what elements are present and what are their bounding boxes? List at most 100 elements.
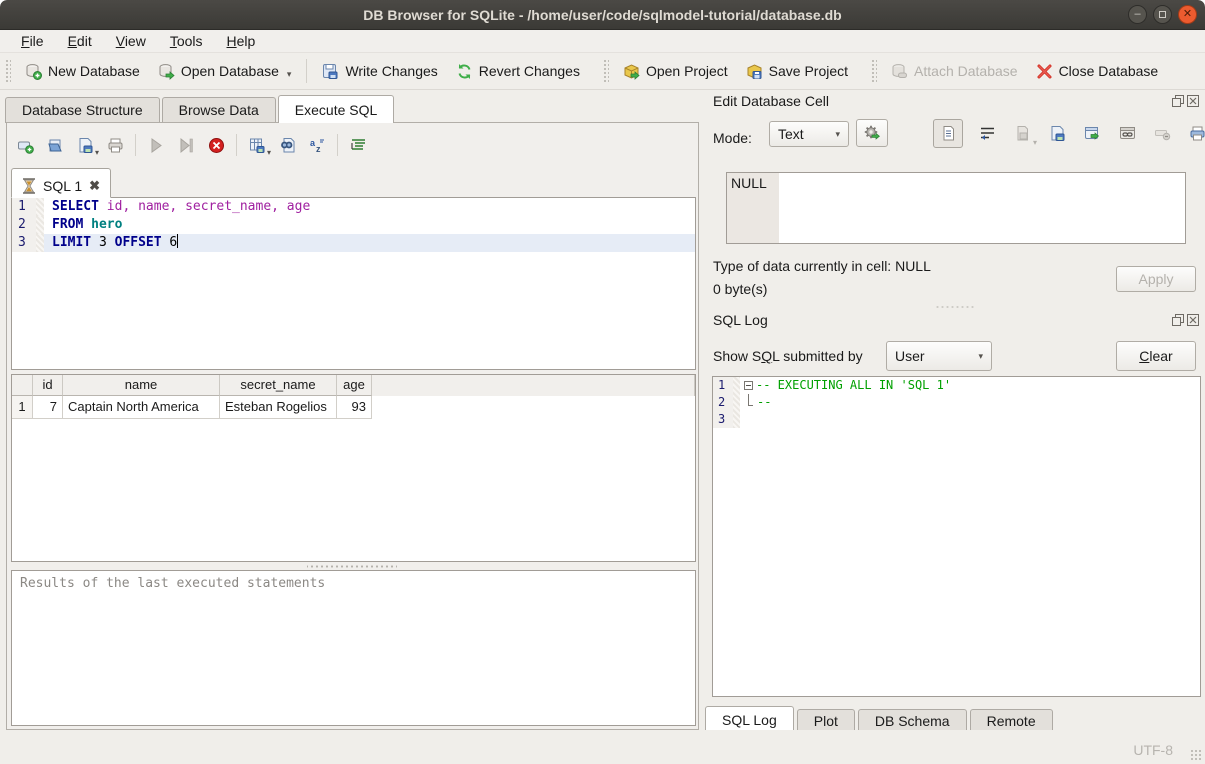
revert-changes-button[interactable]: Revert Changes [447, 58, 589, 85]
main-tab-bar: Database Structure Browse Data Execute S… [5, 95, 396, 123]
minimize-button[interactable]: – [1128, 5, 1147, 24]
sql1-tab[interactable]: SQL 1 ✖ [11, 168, 111, 198]
resize-grip[interactable] [1190, 749, 1202, 761]
save-sql-file-button[interactable]: ▾ [75, 135, 95, 155]
code-line[interactable]: SELECT id, name, secret_name, age [44, 198, 695, 216]
save-sql-menu-arrow[interactable]: ▾ [95, 148, 99, 157]
new-sql-tab-button[interactable] [15, 135, 35, 155]
open-sql-file-button[interactable] [45, 135, 65, 155]
new-database-button[interactable]: New Database [16, 58, 149, 85]
copy-link-button[interactable] [1116, 123, 1138, 145]
column-header-secret-name[interactable]: secret_name [220, 375, 337, 396]
word-wrap-button[interactable] [976, 123, 998, 145]
cell-name[interactable]: Captain North America [63, 396, 220, 419]
sql-log-dock-title: SQL Log [713, 312, 768, 328]
close-button[interactable]: ✕ [1178, 5, 1197, 24]
execute-line-icon [178, 137, 195, 154]
auto-switch-mode-button[interactable] [856, 119, 888, 147]
close-tab-icon[interactable]: ✖ [89, 178, 100, 194]
menu-help[interactable]: Help [216, 31, 267, 51]
save-project-button[interactable]: Save Project [737, 58, 857, 85]
open-database-button[interactable]: Open Database ▾ [149, 58, 301, 85]
menu-bar: File Edit View Tools Help [0, 30, 1205, 53]
clear-log-button[interactable]: Clear [1116, 341, 1196, 371]
row-number-cell[interactable]: 1 [12, 396, 33, 419]
encoding-status[interactable]: UTF-8 [1133, 742, 1173, 758]
float-dock-icon[interactable] [1172, 314, 1184, 326]
cell-secret-name[interactable]: Esteban Rogelios [220, 396, 337, 419]
column-header-age[interactable]: age [337, 375, 372, 396]
status-bar: UTF-8 [0, 730, 1205, 764]
menu-tools[interactable]: Tools [159, 31, 214, 51]
open-database-menu-arrow[interactable]: ▾ [287, 69, 292, 80]
line-number: 2 [713, 394, 733, 411]
close-database-button[interactable]: Close Database [1027, 58, 1168, 85]
import-menu-arrow[interactable]: ▾ [1033, 138, 1037, 147]
open-database-label: Open Database [181, 63, 279, 79]
auto-complete-button[interactable]: a z [307, 135, 327, 155]
float-dock-icon[interactable] [1172, 95, 1184, 107]
stop-execution-button[interactable] [206, 135, 226, 155]
column-header-id[interactable]: id [33, 375, 63, 396]
menu-edit[interactable]: Edit [57, 31, 103, 51]
tab-browse-data[interactable]: Browse Data [162, 97, 276, 123]
format-sql-button[interactable] [348, 135, 368, 155]
mode-dropdown[interactable]: Text ▾ [769, 121, 849, 147]
close-dock-icon[interactable] [1187, 95, 1199, 107]
write-changes-button[interactable]: Write Changes [313, 58, 446, 85]
print-cell-button[interactable] [1186, 123, 1205, 145]
log-text-line: -- [740, 394, 1200, 411]
code-line[interactable]: FROM hero [44, 216, 695, 234]
execute-all-button[interactable] [146, 135, 166, 155]
log-filter-value: User [895, 348, 925, 364]
fold-collapse-icon[interactable] [744, 381, 753, 390]
table-row[interactable]: 1 7 Captain North America Esteban Rogeli… [12, 396, 695, 419]
sql-editor[interactable]: 1 SELECT id, name, secret_name, age 2 FR… [11, 197, 696, 370]
menu-file[interactable]: File [10, 31, 55, 51]
print-sql-button[interactable] [105, 135, 125, 155]
write-changes-icon [322, 63, 339, 80]
cell-age[interactable]: 93 [337, 396, 372, 419]
results-splitter-handle[interactable] [307, 564, 397, 569]
sql-log-view[interactable]: 1 -- EXECUTING ALL IN 'SQL 1' 2 -- 3 [712, 376, 1201, 697]
toolbar-drag-handle[interactable] [5, 59, 11, 83]
execute-line-button[interactable] [176, 135, 196, 155]
close-dock-icon[interactable] [1187, 314, 1199, 326]
menu-view[interactable]: View [105, 31, 157, 51]
gear-icon [863, 124, 881, 142]
code-line[interactable]: LIMIT 3 OFFSET 6 [44, 234, 695, 252]
tab-database-structure[interactable]: Database Structure [5, 97, 160, 123]
apply-button[interactable]: Apply [1116, 266, 1196, 292]
maximize-button[interactable] [1153, 5, 1172, 24]
find-replace-button[interactable] [277, 135, 297, 155]
cell-id[interactable]: 7 [33, 396, 63, 419]
dock-splitter-handle[interactable] [935, 305, 975, 309]
gutter-fold-margin [36, 234, 44, 252]
save-project-icon [746, 63, 763, 80]
gutter-fold-margin [733, 411, 740, 428]
toolbar-drag-handle[interactable] [603, 59, 609, 83]
title-bar[interactable]: DB Browser for SQLite - /home/user/code/… [0, 0, 1205, 30]
new-database-label: New Database [48, 63, 140, 79]
import-data-button[interactable]: ▾ [1011, 123, 1033, 145]
open-project-button[interactable]: Open Project [614, 58, 737, 85]
results-grid[interactable]: id name secret_name age 1 7 Captain Nort… [11, 374, 696, 562]
toolbar-drag-handle[interactable] [871, 59, 877, 83]
tab-execute-sql[interactable]: Execute SQL [278, 95, 395, 123]
save-results-menu-arrow[interactable]: ▾ [267, 148, 271, 157]
editor-line: 2 FROM hero [12, 216, 695, 234]
save-results-icon [249, 137, 266, 154]
cell-edit-area[interactable] [779, 173, 1185, 243]
cell-value-editor[interactable]: NULL [726, 172, 1186, 244]
attach-database-button[interactable]: Attach Database [882, 58, 1027, 85]
text-mode-toggle[interactable] [933, 119, 963, 148]
log-line: 3 [713, 411, 1200, 428]
column-header-name[interactable]: name [63, 375, 220, 396]
word-wrap-icon [979, 125, 996, 142]
export-data-button[interactable] [1046, 123, 1068, 145]
set-null-button[interactable] [1151, 123, 1173, 145]
log-filter-dropdown[interactable]: User ▾ [886, 341, 992, 371]
open-in-external-app-button[interactable] [1081, 123, 1103, 145]
execution-message-pane[interactable]: Results of the last executed statements [11, 570, 696, 726]
save-results-button[interactable]: ▾ [247, 135, 267, 155]
